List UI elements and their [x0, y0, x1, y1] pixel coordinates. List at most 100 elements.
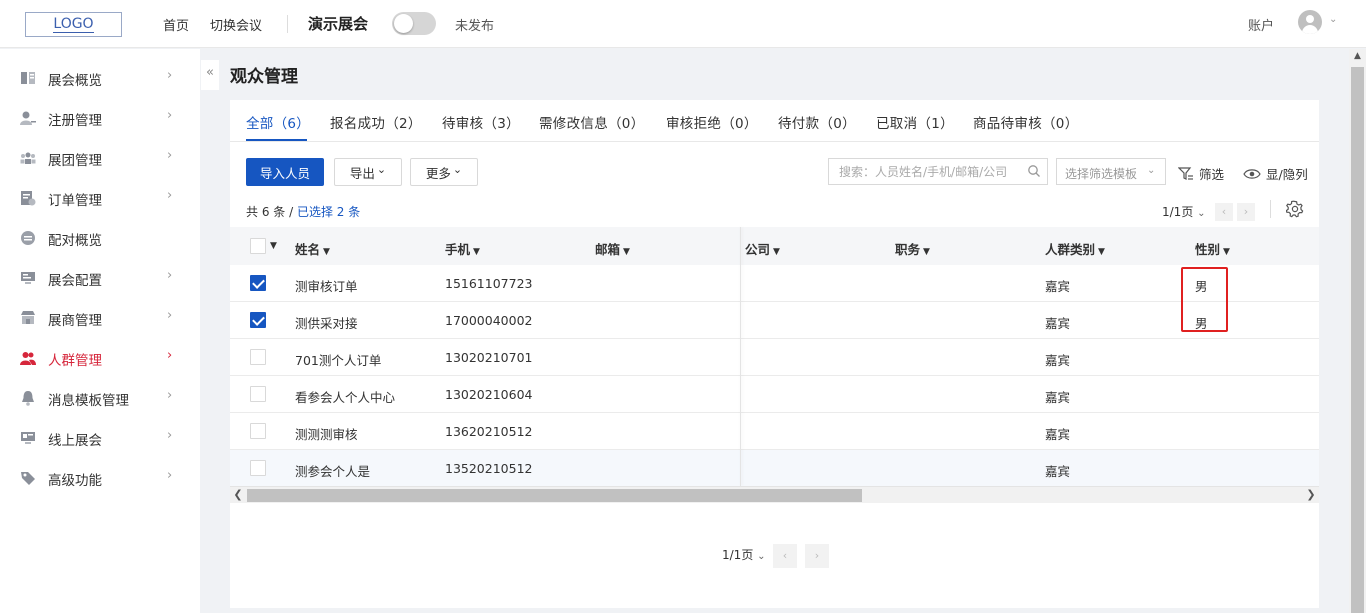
- row-checkbox[interactable]: [250, 423, 266, 439]
- import-people-button[interactable]: 导入人员: [246, 158, 324, 186]
- row-checkbox[interactable]: [250, 312, 266, 328]
- cell-category: 嘉宾: [1045, 316, 1071, 331]
- sidebar-item-exhibitors[interactable]: 展商管理 ›: [0, 298, 200, 338]
- filter-template-select[interactable]: 选择筛选模板 ⌄: [1056, 158, 1166, 185]
- table-row[interactable]: 测供采对接 17000040002 嘉宾 男: [230, 302, 1319, 339]
- tab-all[interactable]: 全部（6）: [246, 112, 310, 132]
- sidebar-item-label: 展商管理: [48, 313, 102, 329]
- selected-count-link[interactable]: 已选择 2 条: [297, 205, 360, 219]
- sidebar-item-message-templates[interactable]: 消息模板管理 ›: [0, 378, 200, 418]
- sidebar-item-orders[interactable]: 订单管理 ›: [0, 178, 200, 218]
- horizontal-scrollbar[interactable]: ❮ ❯: [230, 486, 1319, 503]
- column-header-category[interactable]: 人群类别 ▼: [1045, 239, 1105, 258]
- publish-toggle[interactable]: [392, 12, 436, 35]
- cell-phone: 13620210512: [445, 424, 533, 439]
- sidebar-collapse-button[interactable]: «: [201, 60, 219, 90]
- tab-rejected[interactable]: 审核拒绝（0）: [666, 112, 758, 132]
- bottom-page-select[interactable]: 1/1页 ⌄: [722, 546, 766, 563]
- chevron-right-icon: ›: [167, 468, 173, 483]
- table-row[interactable]: 看参会人个人中心 13020210604 嘉宾: [230, 376, 1319, 413]
- nav-switch-meeting-link[interactable]: 切换会议: [210, 15, 262, 34]
- column-header-phone[interactable]: 手机 ▼: [445, 239, 480, 258]
- column-header-label: 公司: [745, 242, 771, 257]
- sidebar-item-advanced[interactable]: 高级功能 ›: [0, 458, 200, 498]
- filter-icon: [1178, 166, 1193, 180]
- tab-pending-payment[interactable]: 待付款（0）: [778, 112, 856, 132]
- tab-pending-review[interactable]: 待审核（3）: [442, 112, 520, 132]
- account-link[interactable]: 账户: [1248, 15, 1274, 34]
- sidebar-item-people[interactable]: 人群管理 ›: [0, 338, 200, 378]
- chevron-right-icon: ›: [167, 108, 173, 123]
- filter-button[interactable]: 筛选: [1178, 164, 1224, 183]
- next-page-button[interactable]: ›: [805, 544, 829, 568]
- publish-status: 未发布: [455, 19, 495, 34]
- search-icon[interactable]: [1027, 164, 1041, 178]
- select-all-checkbox[interactable]: [250, 238, 266, 254]
- tab-cancelled[interactable]: 已取消（1）: [876, 112, 954, 132]
- sidebar-item-overview[interactable]: 展会概览 ›: [0, 58, 200, 98]
- column-header-label: 职务: [895, 242, 921, 257]
- sidebar-item-online-expo[interactable]: 线上展会 ›: [0, 418, 200, 458]
- row-checkbox[interactable]: [250, 460, 266, 476]
- sidebar-item-config[interactable]: 展会配置 ›: [0, 258, 200, 298]
- column-header-gender[interactable]: 性别 ▼: [1195, 239, 1230, 258]
- sidebar-item-label: 注册管理: [48, 113, 102, 129]
- vertical-scrollbar[interactable]: ▲: [1349, 49, 1366, 613]
- next-page-button[interactable]: ›: [1237, 203, 1255, 221]
- table-row[interactable]: 测测测审核 13620210512 嘉宾: [230, 413, 1319, 450]
- header-divider: [287, 15, 288, 33]
- table-row[interactable]: 701测个人订单 13020210701 嘉宾: [230, 339, 1319, 376]
- scroll-left-icon[interactable]: ❮: [230, 488, 246, 501]
- cell-name: 701测个人订单: [295, 353, 382, 368]
- sidebar-item-group[interactable]: 展团管理 ›: [0, 138, 200, 178]
- sidebar-item-label: 展会配置: [48, 273, 102, 289]
- chevron-down-icon: ⌄: [1147, 165, 1156, 176]
- filter-label: 筛选: [1199, 167, 1225, 182]
- column-header-company[interactable]: 公司 ▼: [745, 239, 780, 258]
- top-page-select[interactable]: 1/1页 ⌄: [1162, 203, 1206, 220]
- row-checkbox[interactable]: [250, 386, 266, 402]
- table-row[interactable]: 测参会个人是 13520210512 嘉宾: [230, 450, 1319, 487]
- sidebar: 展会概览 › 注册管理 › 展团管理 › 订单管理 › 配对概览 展会配置 › …: [0, 49, 200, 613]
- chevron-right-icon: ›: [167, 308, 173, 323]
- export-button[interactable]: 导出 ⌄: [334, 158, 402, 186]
- more-button[interactable]: 更多 ⌄: [410, 158, 478, 186]
- toggle-columns-button[interactable]: 显/隐列: [1243, 164, 1308, 183]
- search-input[interactable]: [839, 163, 1019, 181]
- sidebar-item-label: 高级功能: [48, 473, 102, 489]
- toggle-columns-label: 显/隐列: [1266, 167, 1308, 182]
- sidebar-item-label: 订单管理: [48, 193, 102, 209]
- filter-template-placeholder: 选择筛选模板: [1065, 167, 1138, 181]
- config-icon: [21, 272, 35, 284]
- overview-icon: [21, 72, 35, 84]
- logo[interactable]: LOGO: [25, 12, 122, 37]
- scroll-right-icon[interactable]: ❯: [1303, 488, 1319, 501]
- gear-icon[interactable]: [1286, 200, 1304, 218]
- tab-needs-edit[interactable]: 需修改信息（0）: [539, 112, 645, 132]
- prev-page-button[interactable]: ‹: [1215, 203, 1233, 221]
- chevron-down-icon[interactable]: ⌄: [1329, 14, 1337, 25]
- column-header-label: 姓名: [295, 242, 321, 257]
- table-row[interactable]: 测审核订单 15161107723 嘉宾 男: [230, 265, 1319, 302]
- column-header-name[interactable]: 姓名 ▼: [295, 239, 330, 258]
- cell-phone: 13020210701: [445, 350, 533, 365]
- column-header-email[interactable]: 邮箱 ▼: [595, 239, 630, 258]
- tab-registered[interactable]: 报名成功（2）: [330, 112, 422, 132]
- select-all-dropdown-icon[interactable]: ▼: [270, 241, 277, 251]
- cell-category: 嘉宾: [1045, 390, 1071, 405]
- nav-home-link[interactable]: 首页: [163, 15, 189, 34]
- avatar[interactable]: [1298, 10, 1322, 34]
- tab-product-review[interactable]: 商品待审核（0）: [973, 112, 1079, 132]
- scrollbar-thumb[interactable]: [1351, 67, 1364, 613]
- sidebar-item-register[interactable]: 注册管理 ›: [0, 98, 200, 138]
- scroll-up-icon[interactable]: ▲: [1349, 51, 1366, 61]
- scrollbar-thumb[interactable]: [247, 489, 862, 502]
- import-people-label: 导入人员: [259, 165, 310, 181]
- sidebar-item-match[interactable]: 配对概览: [0, 218, 200, 258]
- row-checkbox[interactable]: [250, 275, 266, 291]
- prev-page-button[interactable]: ‹: [773, 544, 797, 568]
- column-header-title[interactable]: 职务 ▼: [895, 239, 930, 258]
- cell-phone: 13020210604: [445, 387, 533, 402]
- row-checkbox[interactable]: [250, 349, 266, 365]
- chevron-right-icon: ›: [167, 68, 173, 83]
